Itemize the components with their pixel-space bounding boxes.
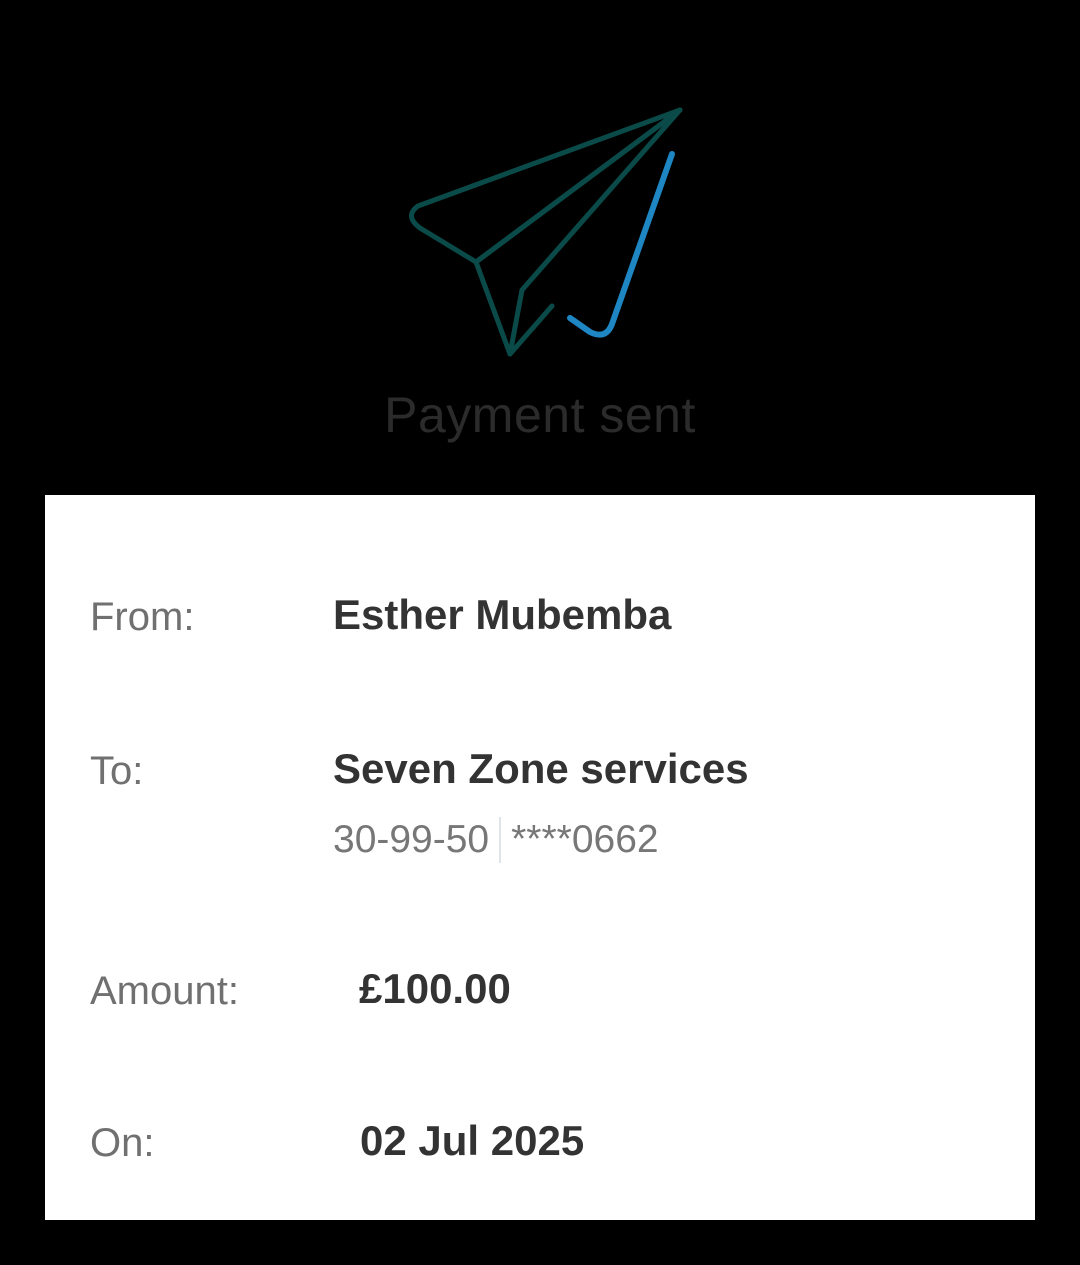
date-value: 02 Jul 2025 xyxy=(360,1117,585,1164)
from-label: From: xyxy=(90,595,195,639)
sort-code: 30-99-50 xyxy=(333,818,490,861)
payment-status-title: Payment sent xyxy=(384,387,696,443)
date-label: On: xyxy=(90,1121,155,1165)
account-divider xyxy=(499,817,502,863)
payment-details-card: From: Esther Mubemba To: Seven Zone serv… xyxy=(45,495,1035,1220)
payment-confirmation-screen: Payment sent From: Esther Mubemba To: Se… xyxy=(0,0,1080,1265)
paper-plane-icon xyxy=(409,107,683,357)
amount-value: £100.00 xyxy=(359,965,511,1012)
to-value: Seven Zone services xyxy=(333,745,749,792)
to-label: To: xyxy=(90,749,144,793)
amount-label: Amount: xyxy=(90,969,239,1013)
account-number: ****0662 xyxy=(511,818,659,861)
from-value: Esther Mubemba xyxy=(333,591,672,638)
recipient-account-details: 30-99-50 ****0662 xyxy=(333,817,659,863)
